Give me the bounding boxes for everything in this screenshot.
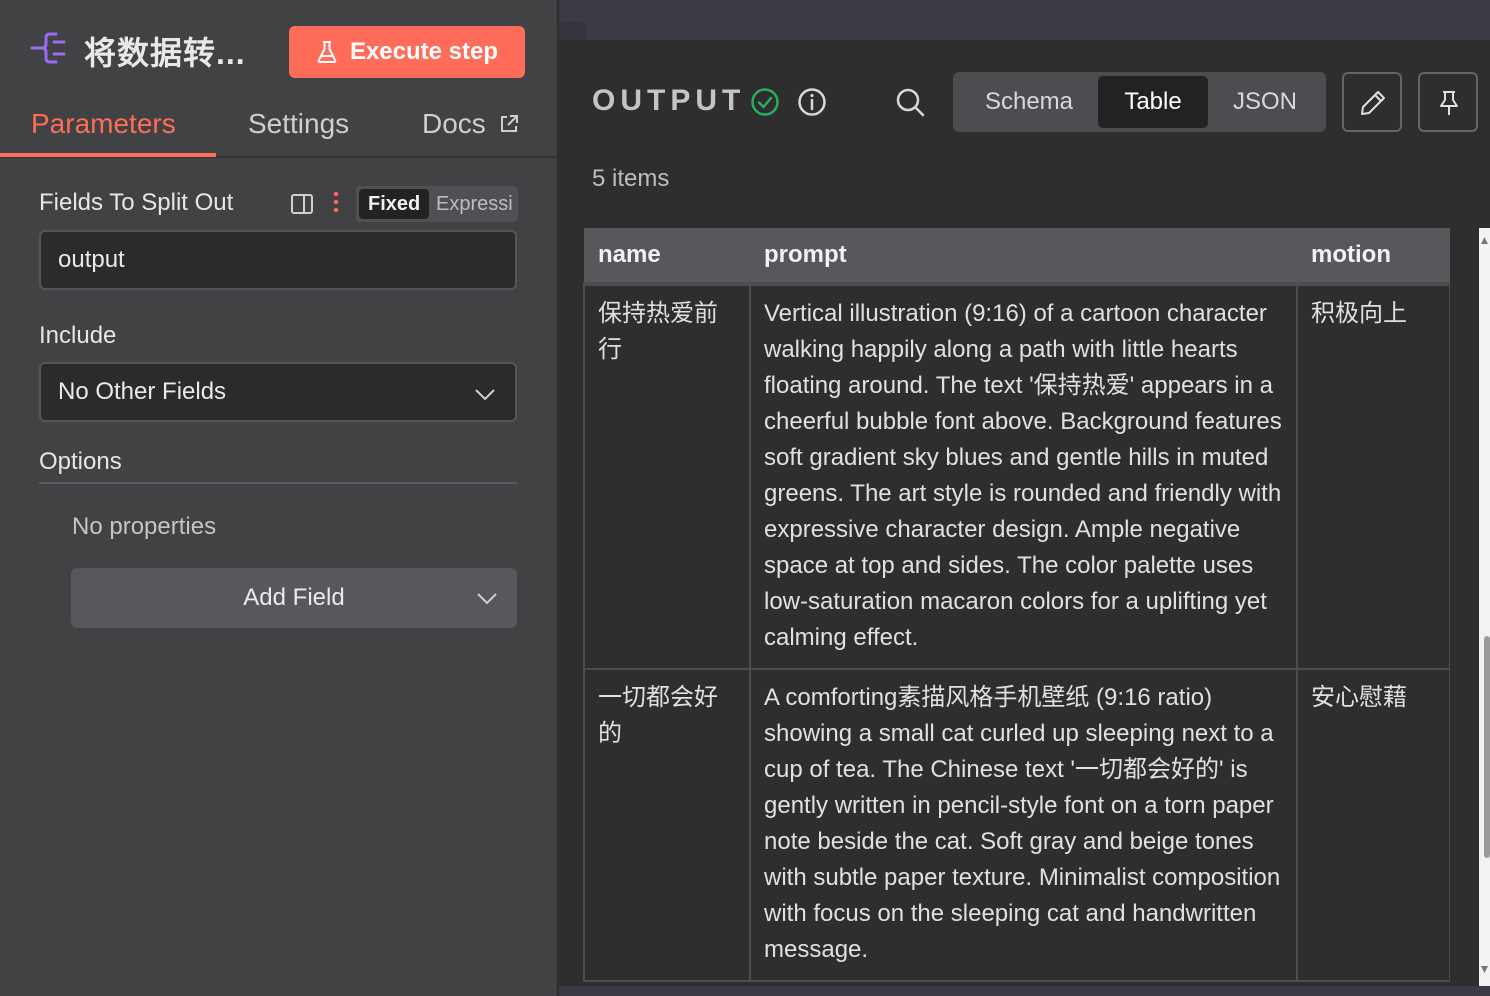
tab-settings[interactable]: Settings xyxy=(248,108,349,140)
output-panel: OUTPUT Schema Table JSON 5 items name pr… xyxy=(559,0,1490,996)
chevron-down-icon xyxy=(477,593,497,605)
add-field-label: Add Field xyxy=(243,584,345,611)
add-field-button[interactable]: Add Field xyxy=(71,568,517,628)
view-mode-switch: Schema Table JSON xyxy=(953,72,1326,132)
split-panel-icon[interactable] xyxy=(290,192,314,216)
mode-fixed-option[interactable]: Fixed xyxy=(359,189,430,219)
bottom-edge xyxy=(559,986,1490,996)
view-table-option[interactable]: Table xyxy=(1098,76,1208,128)
output-table: name prompt motion 保持热爱前行 Vertical illus… xyxy=(583,228,1450,982)
fields-to-split-input[interactable]: output xyxy=(39,230,517,290)
external-link-icon xyxy=(500,115,518,132)
table-row: 一切都会好的 A comforting素描风格手机壁纸 (9:16 ratio)… xyxy=(583,668,1450,982)
table-row: 保持热爱前行 Vertical illustration (9:16) of a… xyxy=(583,282,1450,670)
column-header-prompt: prompt xyxy=(750,228,1297,284)
table-cell-name: 保持热爱前行 xyxy=(583,282,751,670)
view-json-option[interactable]: JSON xyxy=(1211,76,1319,128)
pencil-icon xyxy=(1361,91,1385,115)
tab-parameters[interactable]: Parameters xyxy=(31,108,176,140)
node-parameters-panel: 将数据转... Execute step Parameters Settings… xyxy=(0,0,558,996)
items-count: 5 items xyxy=(592,165,670,192)
options-divider xyxy=(39,482,517,484)
execute-step-button[interactable]: Execute step xyxy=(289,26,525,78)
include-label: Include xyxy=(39,322,117,349)
table-cell-prompt: Vertical illustration (9:16) of a cartoo… xyxy=(749,282,1298,670)
table-header-row: name prompt motion xyxy=(584,228,1450,284)
chevron-down-icon xyxy=(475,389,495,401)
scroll-down-arrow-icon[interactable] xyxy=(1479,962,1490,976)
fixed-expression-toggle: Fixed Expressi xyxy=(356,186,518,222)
column-header-name: name xyxy=(584,228,750,284)
scroll-up-arrow-icon[interactable] xyxy=(1479,234,1490,248)
scrollbar-thumb[interactable] xyxy=(1484,636,1490,858)
tab-docs[interactable]: Docs xyxy=(422,108,520,140)
search-icon[interactable] xyxy=(894,86,926,118)
top-strip xyxy=(559,0,1490,40)
vertical-scrollbar[interactable] xyxy=(1479,228,1490,988)
top-strip-tab xyxy=(559,22,587,40)
edit-output-button[interactable] xyxy=(1342,72,1402,132)
output-table-container[interactable]: name prompt motion 保持热爱前行 Vertical illus… xyxy=(583,228,1450,986)
pin-data-button[interactable] xyxy=(1418,72,1478,132)
mode-expression-option[interactable]: Expressi xyxy=(436,189,513,219)
output-title: OUTPUT xyxy=(592,84,746,117)
view-schema-option[interactable]: Schema xyxy=(961,76,1097,128)
success-check-icon xyxy=(751,88,779,116)
table-cell-prompt: A comforting素描风格手机壁纸 (9:16 ratio) showin… xyxy=(749,668,1298,982)
parameter-tabs: Parameters Settings Docs xyxy=(0,100,558,158)
node-title[interactable]: 将数据转... xyxy=(84,28,246,74)
pin-icon xyxy=(1440,91,1458,115)
execute-step-label: Execute step xyxy=(349,38,499,65)
tab-docs-label: Docs xyxy=(422,108,486,139)
table-cell-name: 一切都会好的 xyxy=(583,668,751,982)
more-options-icon[interactable] xyxy=(330,190,342,216)
include-select-value: No Other Fields xyxy=(58,378,227,405)
split-out-node-icon xyxy=(30,32,66,64)
flask-icon xyxy=(317,41,337,63)
fields-to-split-label: Fields To Split Out xyxy=(39,189,234,216)
active-tab-indicator xyxy=(0,153,216,157)
node-header: 将数据转... Execute step xyxy=(0,0,558,100)
column-header-motion: motion xyxy=(1297,228,1450,284)
table-cell-motion: 安心慰藉 xyxy=(1296,668,1450,982)
table-cell-motion: 积极向上 xyxy=(1296,282,1450,670)
info-icon[interactable] xyxy=(797,87,827,117)
options-label: Options xyxy=(39,448,122,475)
no-properties-text: No properties xyxy=(72,513,217,540)
include-select[interactable]: No Other Fields xyxy=(39,362,517,422)
